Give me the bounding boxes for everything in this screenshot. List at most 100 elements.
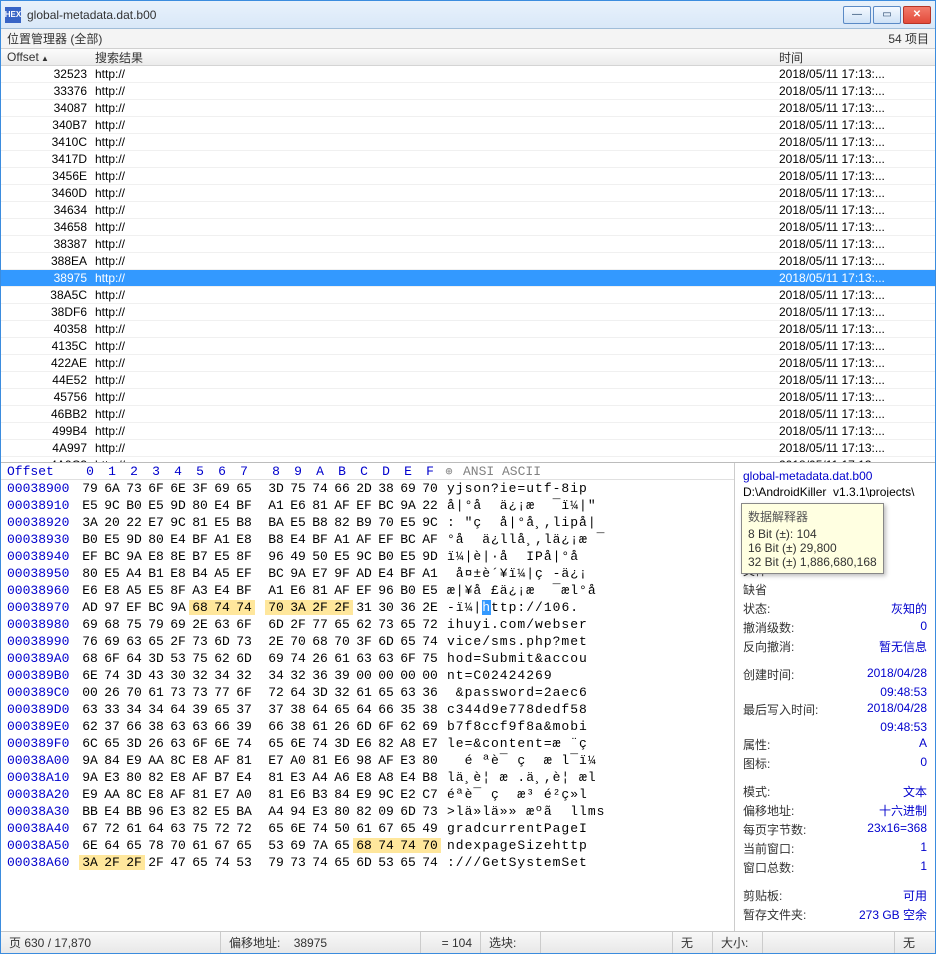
status-none2: 无 [895, 932, 935, 953]
titlebar[interactable]: HEX global-metadata.dat.b00 — ▭ ✕ [1, 1, 935, 29]
results-row[interactable]: 33376http://2018/05/11 17:13:... [1, 83, 935, 100]
hex-row[interactable]: 00038930B0E59D80E4BFA1E8B8E4BFA1AFEFBCAF… [1, 531, 734, 548]
results-row[interactable]: 38A5Chttp://2018/05/11 17:13:... [1, 287, 935, 304]
hex-row[interactable]: 000389203A2022E79C81E5B8BAE5B882B970E59C… [1, 514, 734, 531]
hex-row[interactable]: 000389B06E743D43303234323432363900000000… [1, 667, 734, 684]
results-row[interactable]: 46BB2http://2018/05/11 17:13:... [1, 406, 935, 423]
side-info-row: 反向撤消:暂无信息 [743, 638, 927, 655]
hex-row[interactable]: 000389D063333434643965373738646564663538… [1, 701, 734, 718]
results-row[interactable]: 3417Dhttp://2018/05/11 17:13:... [1, 151, 935, 168]
results-row[interactable]: 340B7http://2018/05/11 17:13:... [1, 117, 935, 134]
side-info-row: 窗口总数:1 [743, 859, 927, 876]
hex-header-ascii: ANSI ASCII [457, 464, 734, 479]
results-row[interactable]: 32523http://2018/05/11 17:13:... [1, 66, 935, 83]
side-info-row: 暂存文件夹:273 GB 空余 [743, 906, 927, 923]
side-info-row: 撤消级数:0 [743, 619, 927, 636]
window-title: global-metadata.dat.b00 [27, 8, 843, 22]
status-none: 无 [673, 932, 713, 953]
status-offset-label: 偏移地址: [229, 934, 280, 951]
results-row[interactable]: 499B4http://2018/05/11 17:13:... [1, 423, 935, 440]
side-info-row: 创建时间:2018/04/28 [743, 666, 927, 683]
hex-row[interactable]: 00038960E6E8A5E58FA3E4BFA1E681AFEF96B0E5… [1, 582, 734, 599]
side-filepath: D:\AndroidKiller_v1.3.1\projects\ [743, 485, 927, 497]
side-info-row: 状态:灰知的 [743, 600, 927, 617]
status-size-label: 大小: [713, 932, 763, 953]
hex-row[interactable]: 00038A30BBE4BB96E382E5BAA494E38082096D73… [1, 803, 734, 820]
hex-row[interactable]: 00038910E59CB0E59D80E4BFA1E681AFEFBC9A22… [1, 497, 734, 514]
hex-row[interactable]: 00038A603A2F2F2F47657453797374656D536574… [1, 854, 734, 871]
hex-row[interactable]: 000389E06237663863636639663861266D6F6269… [1, 718, 734, 735]
hex-row[interactable]: 0003895080E5A4B1E8B4A5EFBC9AE79FADE4BFA1… [1, 565, 734, 582]
status-bar: 页 630 / 17,870 偏移地址: 38975 = 104 选块: 无 大… [1, 931, 935, 953]
hex-row[interactable]: 00038A009A84E9AA8CE8AF81E7A081E698AFE380… [1, 752, 734, 769]
hex-pane: Offset 0123456789ABCDEF ⊕ ANSI ASCII 000… [1, 463, 935, 931]
data-interpreter-tooltip: 数据解释器 8 Bit (±): 104 16 Bit (±) 29,800 3… [741, 503, 884, 574]
side-filename: global-metadata.dat.b00 [743, 469, 927, 483]
side-info-row: 图标:0 [743, 755, 927, 772]
results-row[interactable]: 4A997http://2018/05/11 17:13:... [1, 440, 935, 457]
side-panel: global-metadata.dat.b00 D:\AndroidKiller… [735, 463, 935, 931]
col-time[interactable]: 时间 [775, 49, 935, 66]
hex-header: Offset 0123456789ABCDEF ⊕ ANSI ASCII [1, 463, 734, 480]
results-panel: Offset 搜索结果 时间 32523http://2018/05/11 17… [1, 49, 935, 463]
hex-row[interactable]: 00038A109AE38082E8AFB7E481E3A4A6E8A8E4B8… [1, 769, 734, 786]
results-row[interactable]: 40358http://2018/05/11 17:13:... [1, 321, 935, 338]
hex-row[interactable]: 00038990766963652F736D732E7068703F6D6574… [1, 633, 734, 650]
subheader-left: 位置管理器 (全部) [7, 30, 102, 47]
hex-header-offset: Offset [1, 464, 79, 479]
side-info-row: 属性:A [743, 736, 927, 753]
hex-row[interactable]: 00038970AD97EFBC9A687474703A2F2F3130362E… [1, 599, 734, 616]
results-header[interactable]: Offset 搜索结果 时间 [1, 49, 935, 66]
results-body[interactable]: 32523http://2018/05/11 17:13:...33376htt… [1, 66, 935, 463]
results-row[interactable]: 4135Chttp://2018/05/11 17:13:... [1, 338, 935, 355]
side-info-row: 模式:文本 [743, 783, 927, 800]
side-info-row: 当前窗口:1 [743, 840, 927, 857]
results-row[interactable]: 422AEhttp://2018/05/11 17:13:... [1, 355, 935, 372]
results-row[interactable]: 3460Dhttp://2018/05/11 17:13:... [1, 185, 935, 202]
status-sel-label: 选块: [481, 932, 541, 953]
results-row[interactable]: 38387http://2018/05/11 17:13:... [1, 236, 935, 253]
hex-row[interactable]: 000389A0686F643D5375626D6974266163636F75… [1, 650, 734, 667]
col-offset[interactable]: Offset [1, 50, 91, 64]
results-row[interactable]: 44E52http://2018/05/11 17:13:... [1, 372, 935, 389]
hex-body[interactable]: 00038900796A736F6E3F69653D7574662D386970… [1, 480, 734, 871]
side-info-row: 09:48:53 [743, 685, 927, 699]
minimize-button[interactable]: — [843, 6, 871, 24]
maximize-button[interactable]: ▭ [873, 6, 901, 24]
results-row[interactable]: 34087http://2018/05/11 17:13:... [1, 100, 935, 117]
side-info-row: 09:48:53 [743, 720, 927, 734]
hex-row[interactable]: 000389F06C653D26636F6E74656E743DE682A8E7… [1, 735, 734, 752]
tooltip-row-32bit: 32 Bit (±) 1,886,680,168 [748, 555, 877, 569]
hex-row[interactable]: 000389C0002670617373776F72643D3261656336… [1, 684, 734, 701]
side-info-row: 缺省 [743, 581, 927, 598]
side-info-row: 最后写入时间:2018/04/28 [743, 701, 927, 718]
side-info-row: 剪贴板:可用 [743, 887, 927, 904]
tooltip-row-16bit: 16 Bit (±) 29,800 [748, 541, 877, 555]
results-row[interactable]: 3410Chttp://2018/05/11 17:13:... [1, 134, 935, 151]
hex-row[interactable]: 00038A20E9AA8CE8AF81E7A081E6B384E99CE2C7… [1, 786, 734, 803]
crosshair-icon: ⊕ [441, 463, 457, 479]
hex-row[interactable]: 00038A506E6465787061676553697A6568747470… [1, 837, 734, 854]
side-info-row: 每页字节数:23x16=368 [743, 821, 927, 838]
tooltip-title: 数据解释器 [748, 508, 877, 525]
col-result[interactable]: 搜索结果 [91, 49, 775, 66]
tooltip-row-8bit: 8 Bit (±): 104 [748, 527, 877, 541]
hex-left: Offset 0123456789ABCDEF ⊕ ANSI ASCII 000… [1, 463, 735, 931]
results-row[interactable]: 38975http://2018/05/11 17:13:... [1, 270, 935, 287]
results-row[interactable]: 45756http://2018/05/11 17:13:... [1, 389, 935, 406]
results-row[interactable]: 388EAhttp://2018/05/11 17:13:... [1, 253, 935, 270]
hex-row[interactable]: 00038A406772616463757272656E745061676549… [1, 820, 734, 837]
results-row[interactable]: 3456Ehttp://2018/05/11 17:13:... [1, 168, 935, 185]
app-window: HEX global-metadata.dat.b00 — ▭ ✕ 位置管理器 … [0, 0, 936, 954]
status-offset-value: 38975 [294, 936, 327, 950]
results-row[interactable]: 34634http://2018/05/11 17:13:... [1, 202, 935, 219]
subheader: 位置管理器 (全部) 54 项目 [1, 29, 935, 49]
hex-row[interactable]: 00038900796A736F6E3F69653D7574662D386970… [1, 480, 734, 497]
results-row[interactable]: 34658http://2018/05/11 17:13:... [1, 219, 935, 236]
subheader-right: 54 项目 [888, 30, 929, 47]
close-button[interactable]: ✕ [903, 6, 931, 24]
results-row[interactable]: 38DF6http://2018/05/11 17:13:... [1, 304, 935, 321]
status-byte-value: = 104 [421, 932, 481, 953]
hex-row[interactable]: 00038940EFBC9AE88EB7E58F964950E59CB0E59D… [1, 548, 734, 565]
hex-row[interactable]: 0003898069687579692E636F6D2F776562736572… [1, 616, 734, 633]
